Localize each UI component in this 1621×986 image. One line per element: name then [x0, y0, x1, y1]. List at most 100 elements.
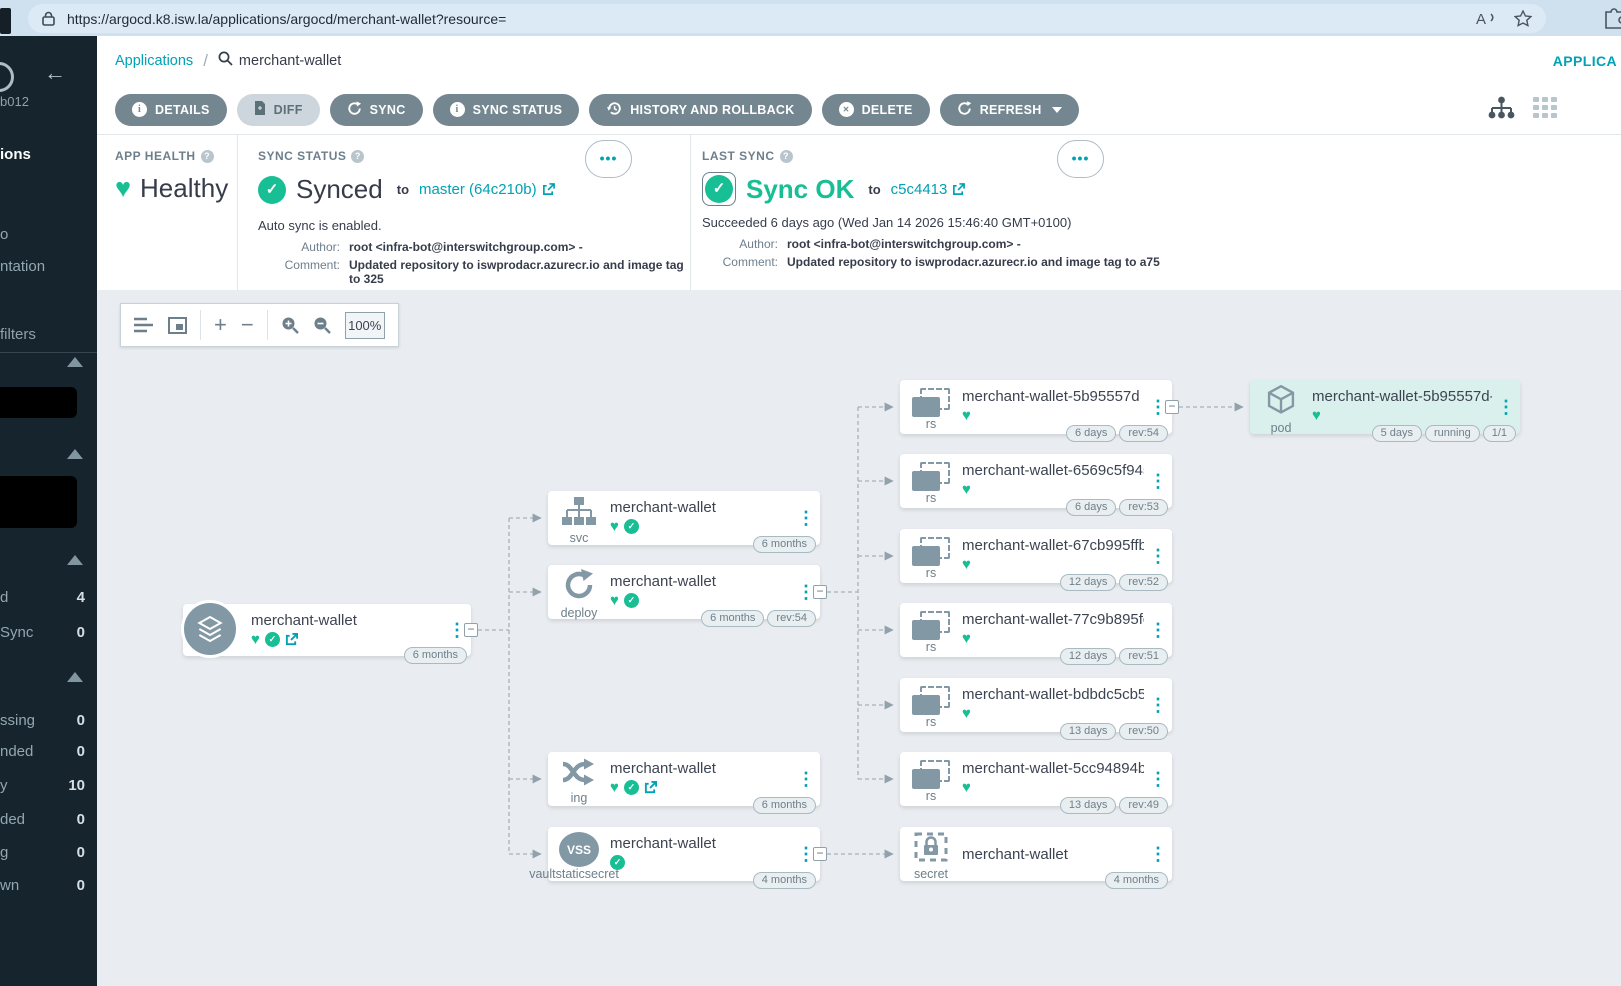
breadcrumb-applications-link[interactable]: Applications	[115, 53, 193, 69]
collapse-group-icon[interactable]	[67, 555, 83, 565]
graph-node-replicaset[interactable]: rs merchant-wallet-6569c5f945 6 daysrev:…	[900, 454, 1172, 508]
url-text[interactable]: https://argocd.k8.isw.la/applications/ar…	[67, 11, 1460, 27]
health-heart-icon	[1312, 408, 1321, 423]
fit-to-screen-icon[interactable]	[168, 317, 187, 334]
node-title: merchant-wallet	[610, 835, 792, 852]
node-kind: rs	[926, 492, 936, 505]
node-title: merchant-wallet-67cb995ffb	[962, 537, 1144, 554]
help-icon[interactable]	[780, 150, 793, 163]
filter-unknown[interactable]: wn 0	[0, 877, 97, 895]
layout-align-icon[interactable]	[134, 317, 154, 333]
argocd-app-page: https://argocd.k8.isw.la/applications/ar…	[0, 0, 1621, 986]
node-kind: rs	[926, 567, 936, 580]
external-link-icon[interactable]	[644, 781, 657, 794]
filter-missing[interactable]: g 0	[0, 844, 97, 862]
filter-progressing[interactable]: ssing 0	[0, 712, 97, 730]
health-heart-icon	[962, 408, 971, 423]
node-kind: secret	[914, 868, 948, 881]
grid-view-icon[interactable]	[1533, 97, 1557, 123]
address-bar[interactable]: https://argocd.k8.isw.la/applications/ar…	[28, 4, 1546, 33]
collapse-node-button[interactable]	[464, 623, 478, 637]
collapse-node-button[interactable]	[813, 847, 827, 861]
zoom-level-input[interactable]	[345, 312, 385, 339]
sidebar-item-2[interactable]: o	[0, 226, 8, 243]
graph-node-replicaset[interactable]: rs merchant-wallet-5b95557d 6 daysrev:54	[900, 380, 1172, 434]
filter-outofsync[interactable]: Sync 0	[0, 624, 97, 642]
sync-status-menu-button[interactable]	[585, 140, 632, 178]
extensions-puzzle-icon[interactable]	[1602, 6, 1621, 35]
zoom-in-button[interactable]	[214, 315, 227, 335]
graph-node-ingress[interactable]: ing merchant-wallet 6 months	[548, 752, 820, 806]
graph-node-replicaset[interactable]: rs merchant-wallet-5cc94894b5 13 daysrev…	[900, 752, 1172, 806]
application-stack-icon	[181, 600, 239, 658]
status-summary: APP HEALTH Healthy SYNC STATUS Synced to…	[97, 135, 1621, 290]
node-badge: 6 months	[701, 610, 764, 627]
filter-label: y	[0, 777, 8, 794]
collapse-group-icon[interactable]	[67, 449, 83, 459]
delete-button[interactable]: DELETE	[822, 94, 930, 126]
button-label: SYNC	[370, 103, 406, 117]
collapse-group-icon[interactable]	[67, 357, 83, 367]
graph-node-service[interactable]: svc merchant-wallet 6 months	[548, 491, 820, 545]
graph-node-secret[interactable]: secret merchant-wallet 4 months	[900, 827, 1172, 881]
node-badge: rev:54	[767, 610, 816, 627]
synced-check-icon	[258, 176, 286, 204]
graph-node-replicaset[interactable]: rs merchant-wallet-bdbdc5cb5 13 daysrev:…	[900, 678, 1172, 732]
filter-synced[interactable]: d 4	[0, 589, 97, 607]
node-kind: svc	[570, 532, 589, 545]
diff-button[interactable]: DIFF	[237, 94, 320, 126]
help-icon[interactable]	[201, 150, 214, 163]
collapse-node-button[interactable]	[1165, 400, 1179, 414]
magnifier-minus-icon[interactable]	[313, 316, 331, 334]
node-badges: 4 months	[753, 872, 816, 889]
tree-view-icon[interactable]	[1488, 96, 1515, 124]
sync-target-link[interactable]: master (64c210b)	[419, 181, 555, 198]
filter-label: Sync	[0, 624, 33, 641]
help-icon[interactable]	[351, 150, 364, 163]
collapse-node-button[interactable]	[813, 585, 827, 599]
history-rollback-button[interactable]: HISTORY AND ROLLBACK	[589, 94, 811, 126]
filter-suspended[interactable]: nded 0	[0, 743, 97, 761]
breadcrumb-current-app[interactable]: merchant-wallet	[239, 53, 341, 69]
magnifier-plus-icon[interactable]	[281, 316, 299, 334]
node-badges: 13 daysrev:49	[1060, 797, 1168, 814]
last-sync-menu-button[interactable]	[1057, 140, 1104, 178]
comment-label: Comment:	[258, 258, 340, 286]
details-button[interactable]: DETAILS	[115, 94, 227, 126]
service-icon	[561, 496, 597, 531]
node-badge: 5 days	[1372, 425, 1422, 442]
zoom-out-button[interactable]	[241, 315, 254, 335]
node-kind: ing	[571, 792, 588, 805]
health-heart-icon	[610, 593, 619, 608]
sidebar-item-documentation[interactable]: ntation	[0, 258, 45, 275]
collapse-sidebar-arrow-icon[interactable]	[44, 62, 66, 84]
filter-healthy[interactable]: y 10	[0, 777, 97, 795]
node-kind: pod	[1271, 422, 1292, 435]
sidebar-item-applications[interactable]: ions	[0, 146, 31, 163]
node-badge: rev:50	[1119, 723, 1168, 740]
last-sync-target-link[interactable]: c5c4413	[891, 181, 966, 198]
graph-node-replicaset[interactable]: rs merchant-wallet-67cb995ffb 12 daysrev…	[900, 529, 1172, 583]
graph-node-vaultstaticsecret[interactable]: VSS vaultstaticsecret merchant-wallet 4 …	[548, 827, 820, 881]
node-title: merchant-wallet-77c9b895fc	[962, 611, 1144, 628]
app-search-box[interactable]: merchant-wallet	[218, 51, 341, 71]
external-link-icon	[952, 183, 965, 196]
filters-heading: filters	[0, 326, 36, 343]
favorite-star-icon[interactable]	[1514, 10, 1532, 27]
graph-node-deployment[interactable]: deploy merchant-wallet 6 monthsrev:54	[548, 565, 820, 619]
read-aloud-icon[interactable]: A	[1476, 10, 1498, 27]
refresh-button[interactable]: REFRESH	[940, 94, 1079, 126]
chevron-down-icon	[1052, 107, 1062, 113]
sync-button[interactable]: SYNC	[330, 94, 423, 126]
collapse-group-icon[interactable]	[67, 672, 83, 682]
diff-file-icon	[254, 101, 266, 118]
external-link-icon[interactable]	[285, 633, 298, 646]
graph-node-application[interactable]: merchant-wallet 6 months	[183, 604, 471, 656]
app-toolbar: DETAILS DIFF SYNC SYNC STATUS	[97, 85, 1621, 135]
graph-node-pod[interactable]: pod merchant-wallet-5b95557d-g… 5 daysru…	[1250, 380, 1520, 434]
button-label: SYNC STATUS	[473, 103, 563, 117]
sync-status-value: Synced	[296, 174, 383, 205]
sync-status-button[interactable]: SYNC STATUS	[433, 94, 580, 126]
graph-node-replicaset[interactable]: rs merchant-wallet-77c9b895fc 12 daysrev…	[900, 603, 1172, 657]
filter-degraded[interactable]: ded 0	[0, 811, 97, 829]
